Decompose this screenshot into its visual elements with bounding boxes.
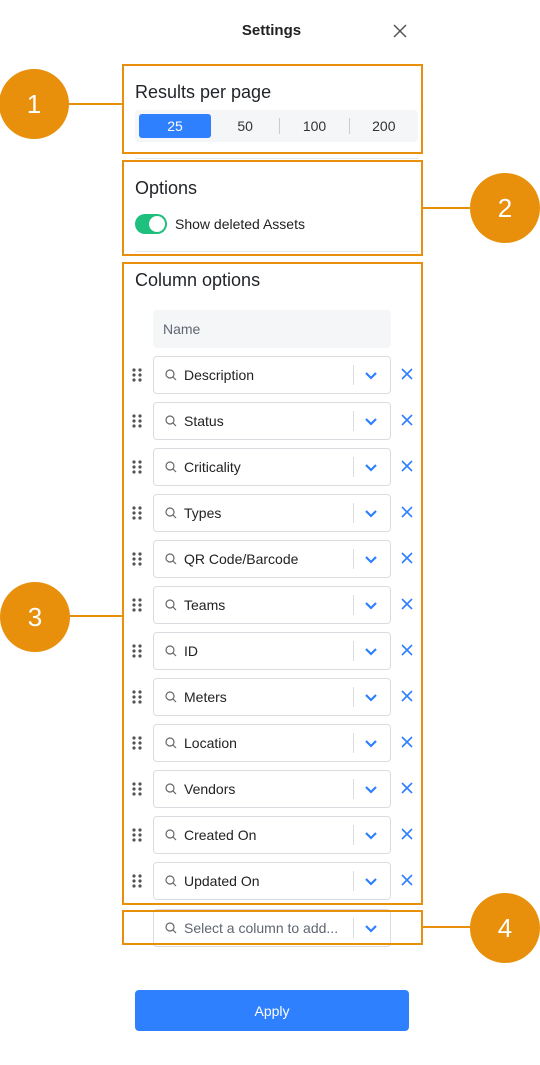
annotation-marker-3: 3 [0,582,70,652]
annotation-line-1 [68,103,122,105]
annotation-line-2 [423,207,473,209]
annotation-box-4 [122,910,423,945]
close-icon[interactable] [391,22,409,40]
annotation-box-3 [122,262,423,905]
annotation-box-2 [122,160,423,256]
apply-button[interactable]: Apply [135,990,409,1031]
annotation-marker-1: 1 [0,69,69,139]
annotation-marker-2: 2 [470,173,540,243]
annotation-line-4 [423,926,473,928]
annotation-line-3 [68,615,122,617]
divider [135,158,418,159]
annotation-marker-4: 4 [470,893,540,963]
page-title: Settings [241,22,302,39]
annotation-box-1 [122,64,423,154]
